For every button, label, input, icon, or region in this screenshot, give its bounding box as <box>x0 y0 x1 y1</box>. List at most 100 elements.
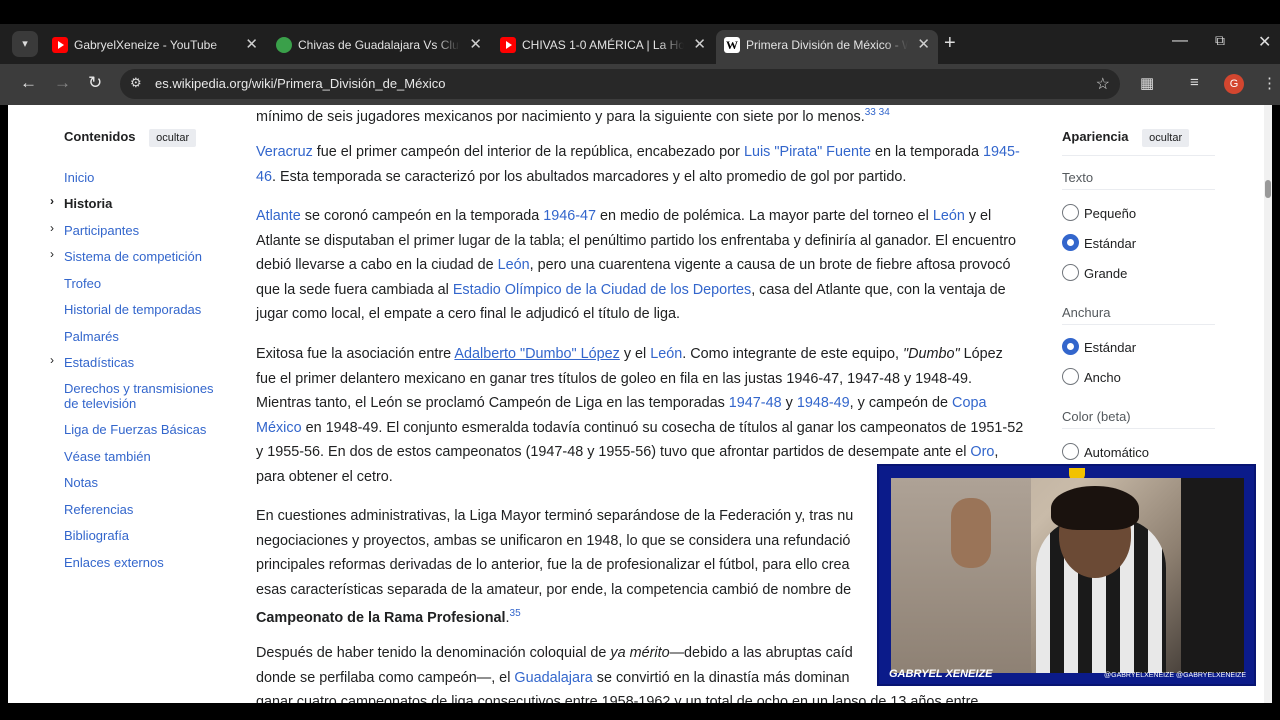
toc-item-trofeo[interactable]: Trofeo <box>64 276 224 291</box>
toc-item-historia[interactable]: › Historia <box>50 194 224 211</box>
table-of-contents: Contenidos ocultar Inicio › Historia › Par… <box>50 129 224 570</box>
link-guadalajara[interactable]: Guadalajara <box>514 670 592 686</box>
paragraph-text: fue el primer campeón del interior de la… <box>312 144 744 160</box>
url-text[interactable]: es.wikipedia.org/wiki/Primera_División_d… <box>155 76 445 91</box>
back-arrow-icon[interactable]: ← <box>20 73 37 93</box>
tab-wikipedia-active[interactable]: W Primera División de México - Wikipedia… <box>716 30 938 64</box>
menu-kebab-icon[interactable]: ⋮ <box>1262 74 1277 92</box>
paragraph-text: ganar cuatro campeonatos de liga consecu… <box>256 694 979 703</box>
divider <box>1062 189 1215 190</box>
webcam-hand <box>951 498 991 568</box>
radio-color-auto[interactable] <box>1062 443 1079 460</box>
toc-item-notas[interactable]: Notas <box>64 475 224 490</box>
link-luis-fuente[interactable]: Luis "Pirata" Fuente <box>744 144 871 160</box>
link-leon[interactable]: León <box>650 346 682 362</box>
forward-arrow-icon[interactable]: → <box>54 73 71 93</box>
radio-text-standard[interactable] <box>1062 234 1079 251</box>
divider <box>1062 324 1215 325</box>
appearance-title: Apariencia <box>1062 129 1129 144</box>
toc-item-bibliografia[interactable]: Bibliografía <box>64 528 224 543</box>
toc-item-vease[interactable]: Véase también <box>64 449 224 464</box>
tab-youtube-channel[interactable]: GabryelXeneize - YouTube ✕ <box>44 30 266 60</box>
radio-text-small[interactable] <box>1062 204 1079 221</box>
toc-title: Contenidos <box>64 129 136 144</box>
toc-item-label: Trofeo <box>64 276 102 291</box>
reference-link[interactable]: 35 <box>510 608 521 619</box>
new-tab-button[interactable]: + <box>944 32 956 55</box>
close-tab-icon[interactable]: ✕ <box>245 30 258 60</box>
link-atlante[interactable]: Atlante <box>256 208 301 224</box>
bookmark-star-icon[interactable]: ☆ <box>1096 74 1110 94</box>
link-leon[interactable]: León <box>933 208 965 224</box>
appearance-hide-button[interactable]: ocultar <box>1142 129 1190 147</box>
radio-text-large[interactable] <box>1062 264 1079 281</box>
page-scrollbar[interactable] <box>1264 105 1272 703</box>
toc-item-estadisticas[interactable]: › Estadísticas <box>50 353 224 370</box>
tab-search-dropdown-icon[interactable]: ▾ <box>12 31 38 57</box>
close-tab-icon[interactable]: ✕ <box>693 30 706 60</box>
width-label: Anchura <box>1062 305 1111 320</box>
appearance-header: Apariencia ocultar <box>1062 129 1217 147</box>
toc-item-sistema[interactable]: › Sistema de competición <box>50 247 224 264</box>
tab-chivas-vs-america[interactable]: Chivas de Guadalajara Vs Club América ✕ <box>268 30 490 60</box>
extensions-icon[interactable]: ▦ <box>1140 74 1154 92</box>
radio-width-wide[interactable] <box>1062 368 1079 385</box>
toc-hide-button[interactable]: ocultar <box>149 129 197 147</box>
toc-item-label: Participantes <box>64 223 140 238</box>
close-window-icon[interactable]: ✕ <box>1258 32 1271 52</box>
reading-list-icon[interactable]: ≡ <box>1190 74 1199 91</box>
link-oro[interactable]: Oro <box>970 444 994 460</box>
paragraph-text: y el <box>619 346 651 362</box>
paragraph-text: . Esta temporada se caracterizó por los … <box>272 168 907 185</box>
site-settings-icon[interactable]: ⚙ <box>130 75 142 91</box>
toc-item-label: Derechos y transmisiones de televisión <box>64 381 214 411</box>
chevron-right-icon[interactable]: › <box>50 221 54 236</box>
address-bar[interactable]: ⚙ es.wikipedia.org/wiki/Primera_División… <box>120 69 1120 99</box>
link-adalberto-lopez[interactable]: Adalberto "Dumbo" López <box>454 346 619 362</box>
toc-item-inicio[interactable]: Inicio <box>64 170 224 185</box>
chevron-right-icon[interactable]: › <box>50 194 54 209</box>
toc-header: Contenidos ocultar <box>64 129 224 147</box>
chevron-right-icon[interactable]: › <box>50 247 54 262</box>
toc-item-participantes[interactable]: › Participantes <box>50 221 224 238</box>
toc-item-label: Inicio <box>64 170 95 185</box>
close-tab-icon[interactable]: ✕ <box>469 30 482 60</box>
toc-item-enlaces[interactable]: Enlaces externos <box>64 555 224 570</box>
profile-avatar[interactable]: G <box>1224 74 1244 94</box>
webcam-feed <box>891 478 1244 673</box>
webcam-overlay: GABRYEL XENEIZE @GABRYELXENEIZE @GABRYEL… <box>877 464 1256 686</box>
tab-title: Chivas de Guadalajara Vs Club América <box>298 38 460 52</box>
restore-icon[interactable]: ⧉ <box>1215 32 1225 49</box>
youtube-icon <box>500 37 516 53</box>
toc-item-fuerzas-basicas[interactable]: Liga de Fuerzas Básicas <box>64 422 224 437</box>
appearance-panel: Apariencia ocultar Texto Pequeño Estánda… <box>1062 129 1217 460</box>
reference-link[interactable]: 33 34 <box>865 107 890 118</box>
paragraph: Veracruz fue el primer campeón del inter… <box>256 140 1026 189</box>
paragraph: Atlante se coronó campeón en la temporad… <box>256 204 1026 327</box>
minimize-icon[interactable]: — <box>1172 32 1188 50</box>
scrollbar-thumb[interactable] <box>1265 180 1271 198</box>
toc-item-palmares[interactable]: Palmarés <box>64 329 224 344</box>
toc-item-derechos[interactable]: Derechos y transmisiones de televisión <box>64 381 224 411</box>
reload-icon[interactable]: ↻ <box>88 73 102 93</box>
tab-title: Primera División de México - Wikipedia <box>746 38 908 52</box>
close-tab-icon[interactable]: ✕ <box>917 30 930 60</box>
chevron-right-icon[interactable]: › <box>50 353 54 368</box>
toc-item-historial[interactable]: Historial de temporadas <box>64 302 224 317</box>
toc-item-label: Bibliografía <box>64 528 130 543</box>
link-estadio-olimpico[interactable]: Estadio Olímpico de la Ciudad de los Dep… <box>453 282 751 298</box>
paragraph-text: se coronó campeón en la temporada <box>300 208 544 224</box>
paragraph-text: En cuestiones administrativas, la Liga M… <box>256 508 854 524</box>
paragraph-text: en 1948-49. El conjunto esmeralda todaví… <box>256 419 1024 461</box>
tab-chivas-youtube[interactable]: CHIVAS 1-0 AMÉRICA | La Hora ✕ <box>492 30 714 60</box>
streamer-name: GABRYEL XENEIZE <box>889 668 993 680</box>
link-1948-49[interactable]: 1948-49 <box>797 395 850 411</box>
radio-width-standard[interactable] <box>1062 338 1079 355</box>
paragraph-text: principales reformas derivadas de lo ant… <box>256 557 850 573</box>
paragraph-text: en medio de polémica. La mayor parte del… <box>596 208 933 224</box>
link-1946-47[interactable]: 1946-47 <box>543 208 596 224</box>
link-veracruz[interactable]: Veracruz <box>256 144 313 160</box>
toc-item-referencias[interactable]: Referencias <box>64 502 224 517</box>
link-leon[interactable]: León <box>498 257 530 273</box>
link-1947-48[interactable]: 1947-48 <box>729 395 782 411</box>
